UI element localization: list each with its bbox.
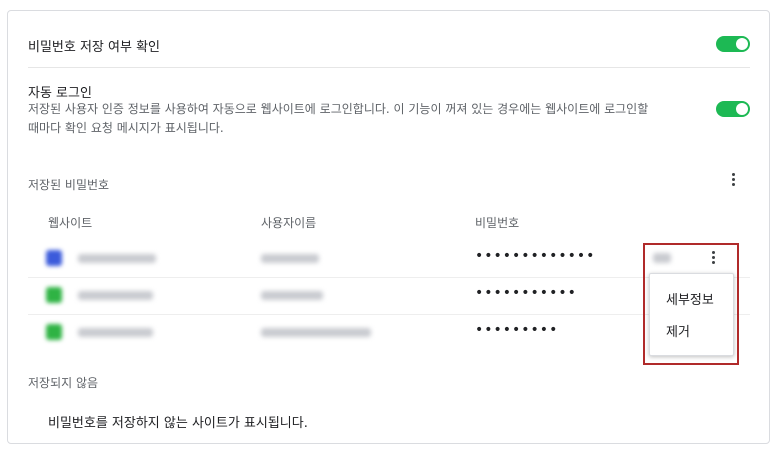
column-header-username: 사용자이름: [261, 216, 317, 230]
saved-passwords-more-icon[interactable]: [726, 172, 742, 188]
not-saved-empty-text: 비밀번호를 저장하지 않는 사이트가 표시됩니다.: [48, 416, 308, 431]
username-blurred: [261, 254, 319, 263]
site-name-blurred: [78, 291, 153, 300]
auto-login-desc-line2: 때마다 확인 요청 메시지가 표시됩니다.: [28, 121, 224, 135]
toggle-knob: [736, 103, 748, 115]
password-masked: •••••••••••: [475, 285, 577, 301]
site-favicon: [46, 287, 62, 303]
save-passwords-label: 비밀번호 저장 여부 확인: [28, 40, 160, 55]
password-masked: •••••••••: [475, 322, 559, 338]
not-saved-title: 저장되지 않음: [28, 376, 99, 390]
column-header-website: 웹사이트: [48, 216, 93, 230]
password-masked: •••••••••••••: [475, 248, 596, 264]
password-row[interactable]: •••••••••: [28, 314, 750, 351]
auto-login-description: 저장된 사용자 인증 정보를 사용하여 자동으로 웹사이트에 로그인합니다. 이…: [28, 100, 708, 138]
auto-login-toggle[interactable]: [716, 101, 750, 117]
password-row[interactable]: •••••••••••••: [28, 240, 750, 278]
password-row[interactable]: •••••••••••: [28, 277, 750, 315]
site-name-blurred: [78, 328, 153, 337]
save-passwords-toggle[interactable]: [716, 36, 750, 52]
settings-card: 비밀번호 저장 여부 확인 자동 로그인 저장된 사용자 인증 정보를 사용하여…: [7, 10, 770, 444]
saved-passwords-title: 저장된 비밀번호: [28, 178, 110, 192]
site-favicon: [46, 250, 62, 266]
auto-login-desc-line1: 저장된 사용자 인증 정보를 사용하여 자동으로 웹사이트에 로그인합니다. 이…: [28, 102, 649, 116]
auto-login-label: 자동 로그인: [28, 86, 92, 101]
site-name-blurred: [78, 254, 156, 263]
divider: [28, 67, 750, 68]
username-blurred: [261, 291, 323, 300]
toggle-knob: [736, 38, 748, 50]
username-blurred: [261, 328, 371, 337]
site-favicon: [46, 324, 62, 340]
highlight-box: [643, 243, 739, 365]
column-header-password: 비밀번호: [475, 216, 520, 230]
